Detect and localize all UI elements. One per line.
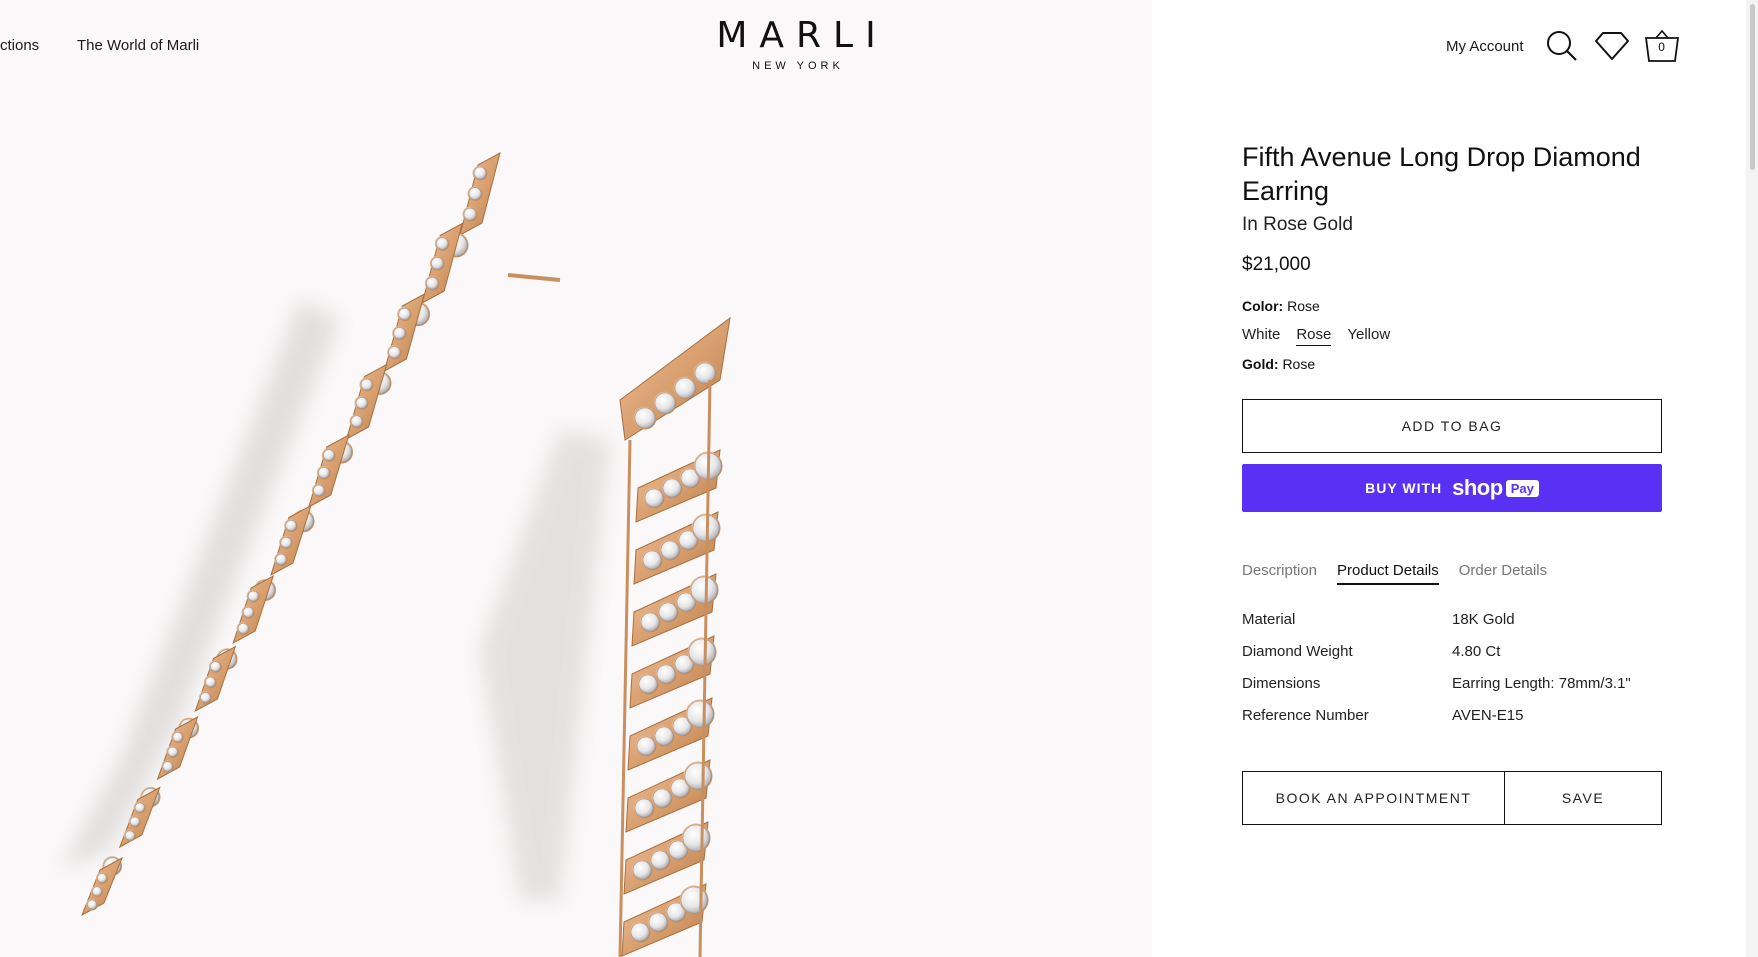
gold-value: Rose <box>1282 356 1316 372</box>
secondary-actions: BOOK AN APPOINTMENT SAVE <box>1242 771 1662 825</box>
tab-order-details[interactable]: Order Details <box>1459 562 1547 585</box>
detail-value: 4.80 Ct <box>1452 642 1501 660</box>
save-button[interactable]: SAVE <box>1505 771 1662 825</box>
add-to-bag-button[interactable]: ADD TO BAG <box>1242 399 1662 453</box>
color-option-white[interactable]: White <box>1242 326 1280 346</box>
search-icon[interactable] <box>1542 26 1582 66</box>
cart-count: 0 <box>1658 40 1665 54</box>
earring-shadow-left <box>60 300 340 870</box>
shop-pay-button[interactable]: BUY WITH shop Pay <box>1242 464 1662 512</box>
detail-row-reference-number: Reference Number AVEN-E15 <box>1242 699 1662 731</box>
logo-wordmark: MARLI <box>716 15 888 56</box>
gold-label: Gold: <box>1242 356 1279 372</box>
scrollbar[interactable] <box>1746 0 1758 957</box>
product-subtitle: In Rose Gold <box>1242 214 1353 235</box>
detail-row-diamond-weight: Diamond Weight 4.80 Ct <box>1242 635 1662 667</box>
scrollbar-thumb[interactable] <box>1750 4 1755 170</box>
color-value: Rose <box>1287 298 1320 314</box>
earring-shadow-right <box>480 430 610 900</box>
earring-left <box>81 152 561 917</box>
tab-product-details[interactable]: Product Details <box>1337 562 1439 585</box>
detail-value: Earring Length: 78mm/3.1" <box>1452 674 1631 692</box>
tab-description[interactable]: Description <box>1242 562 1317 585</box>
product-title: Fifth Avenue Long Drop Diamond Earring <box>1242 142 1641 206</box>
detail-value: AVEN-E15 <box>1452 706 1524 724</box>
gold-option-line: Gold: Rose <box>1242 356 1662 372</box>
product-details-table: Material 18K Gold Diamond Weight 4.80 Ct… <box>1242 603 1662 731</box>
shop-pay-shop-logo: shop <box>1452 475 1503 500</box>
book-appointment-button[interactable]: BOOK AN APPOINTMENT <box>1242 771 1505 825</box>
cart-button[interactable]: 0 <box>1642 26 1682 66</box>
shop-pay-buy-with: BUY WITH <box>1365 480 1443 496</box>
detail-row-dimensions: Dimensions Earring Length: 78mm/3.1" <box>1242 667 1662 699</box>
my-account-link[interactable]: My Account <box>1446 38 1524 55</box>
product-tabs: Description Product Details Order Detail… <box>1242 562 1662 585</box>
shop-pay-pay-badge: Pay <box>1505 479 1539 497</box>
color-label: Color: <box>1242 298 1284 314</box>
color-option-line: Color: Rose <box>1242 298 1662 314</box>
color-option-rose[interactable]: Rose <box>1296 326 1332 346</box>
detail-label: Dimensions <box>1242 674 1321 692</box>
product-image-panel <box>0 0 1152 957</box>
detail-label: Diamond Weight <box>1242 642 1353 660</box>
earring-right <box>618 316 731 957</box>
header-actions: My Account 0 <box>1446 24 1682 68</box>
product-price: $21,000 <box>1242 254 1311 275</box>
color-option-yellow[interactable]: Yellow <box>1347 326 1390 346</box>
product-image[interactable] <box>0 0 1152 957</box>
brand-logo[interactable]: MARLI NEW YORK <box>700 15 892 73</box>
detail-label: Reference Number <box>1242 706 1369 724</box>
product-info: Fifth Avenue Long Drop Diamond Earring I… <box>1242 140 1662 825</box>
detail-row-material: Material 18K Gold <box>1242 603 1662 635</box>
nav-link-collections[interactable]: ctions <box>0 37 39 54</box>
logo-location: NEW YORK <box>752 60 844 72</box>
nav-link-world-of-marli[interactable]: The World of Marli <box>77 37 199 54</box>
detail-value: 18K Gold <box>1452 610 1515 628</box>
heart-icon[interactable] <box>1592 26 1632 66</box>
color-swatches: White Rose Yellow <box>1242 326 1662 346</box>
detail-label: Material <box>1242 610 1296 628</box>
